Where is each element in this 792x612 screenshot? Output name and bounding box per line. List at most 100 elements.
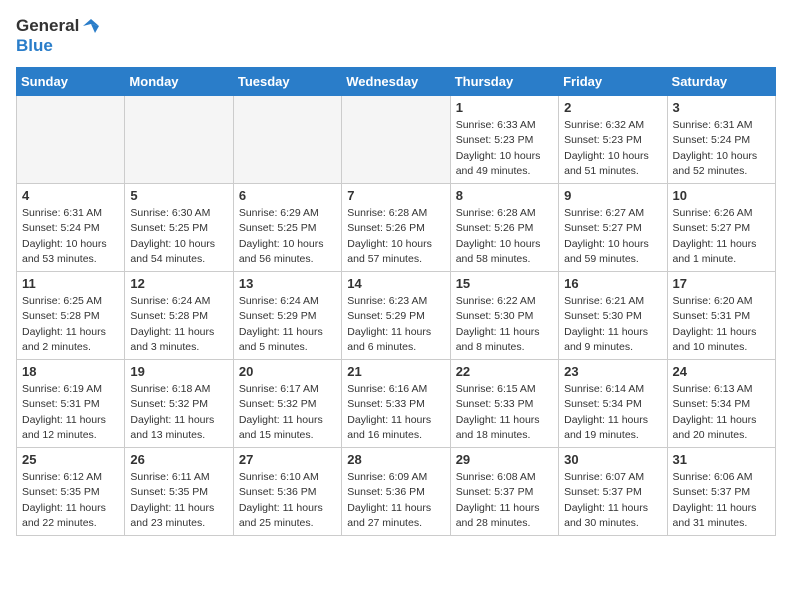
cell-week5-day3: 28 Sunrise: 6:09 AMSunset: 5:36 PMDayligh…: [342, 448, 450, 536]
logo: General Blue: [16, 16, 101, 55]
day-info: Sunrise: 6:23 AMSunset: 5:29 PMDaylight:…: [347, 294, 444, 355]
day-number: 24: [673, 364, 770, 379]
logo-general-text: General: [16, 16, 79, 36]
day-info: Sunrise: 6:22 AMSunset: 5:30 PMDaylight:…: [456, 294, 553, 355]
day-number: 10: [673, 188, 770, 203]
cell-week2-day0: 4 Sunrise: 6:31 AMSunset: 5:24 PMDaylight…: [17, 184, 125, 272]
cell-week3-day5: 16 Sunrise: 6:21 AMSunset: 5:30 PMDayligh…: [559, 272, 667, 360]
cell-week2-day6: 10 Sunrise: 6:26 AMSunset: 5:27 PMDayligh…: [667, 184, 775, 272]
day-number: 16: [564, 276, 661, 291]
cell-week1-day1: [125, 96, 233, 184]
day-number: 28: [347, 452, 444, 467]
day-info: Sunrise: 6:25 AMSunset: 5:28 PMDaylight:…: [22, 294, 119, 355]
day-number: 23: [564, 364, 661, 379]
day-info: Sunrise: 6:20 AMSunset: 5:31 PMDaylight:…: [673, 294, 770, 355]
cell-week4-day0: 18 Sunrise: 6:19 AMSunset: 5:31 PMDayligh…: [17, 360, 125, 448]
day-info: Sunrise: 6:31 AMSunset: 5:24 PMDaylight:…: [22, 206, 119, 267]
day-number: 4: [22, 188, 119, 203]
cell-week3-day4: 15 Sunrise: 6:22 AMSunset: 5:30 PMDayligh…: [450, 272, 558, 360]
day-number: 9: [564, 188, 661, 203]
day-number: 18: [22, 364, 119, 379]
cell-week4-day2: 20Sunrise: 6:17 AMSunset: 5:32 PMDayligh…: [233, 360, 341, 448]
day-info: Sunrise: 6:18 AMSunset: 5:32 PMDaylight:…: [130, 382, 227, 443]
cell-week2-day3: 7Sunrise: 6:28 AMSunset: 5:26 PMDaylight…: [342, 184, 450, 272]
cell-week4-day6: 24 Sunrise: 6:13 AMSunset: 5:34 PMDayligh…: [667, 360, 775, 448]
day-number: 26: [130, 452, 227, 467]
day-number: 6: [239, 188, 336, 203]
header-tuesday: Tuesday: [233, 68, 341, 96]
day-number: 31: [673, 452, 770, 467]
day-info: Sunrise: 6:33 AMSunset: 5:23 PMDaylight:…: [456, 118, 553, 179]
cell-week4-day5: 23 Sunrise: 6:14 AMSunset: 5:34 PMDayligh…: [559, 360, 667, 448]
logo-arrow-icon: [81, 18, 101, 34]
day-info: Sunrise: 6:31 AMSunset: 5:24 PMDaylight:…: [673, 118, 770, 179]
day-number: 8: [456, 188, 553, 203]
day-info: Sunrise: 6:17 AMSunset: 5:32 PMDaylight:…: [239, 382, 336, 443]
cell-week5-day6: 31 Sunrise: 6:06 AMSunset: 5:37 PMDayligh…: [667, 448, 775, 536]
day-info: Sunrise: 6:10 AMSunset: 5:36 PMDaylight:…: [239, 470, 336, 531]
day-number: 22: [456, 364, 553, 379]
day-number: 7: [347, 188, 444, 203]
day-info: Sunrise: 6:24 AMSunset: 5:28 PMDaylight:…: [130, 294, 227, 355]
day-info: Sunrise: 6:07 AMSunset: 5:37 PMDaylight:…: [564, 470, 661, 531]
header-friday: Friday: [559, 68, 667, 96]
cell-week3-day1: 12 Sunrise: 6:24 AMSunset: 5:28 PMDayligh…: [125, 272, 233, 360]
cell-week1-day5: 2 Sunrise: 6:32 AMSunset: 5:23 PMDaylight…: [559, 96, 667, 184]
day-info: Sunrise: 6:12 AMSunset: 5:35 PMDaylight:…: [22, 470, 119, 531]
day-number: 30: [564, 452, 661, 467]
day-info: Sunrise: 6:30 AMSunset: 5:25 PMDaylight:…: [130, 206, 227, 267]
header-thursday: Thursday: [450, 68, 558, 96]
cell-week5-day2: 27 Sunrise: 6:10 AMSunset: 5:36 PMDayligh…: [233, 448, 341, 536]
day-number: 27: [239, 452, 336, 467]
day-number: 3: [673, 100, 770, 115]
day-number: 14: [347, 276, 444, 291]
day-number: 17: [673, 276, 770, 291]
cell-week2-day4: 8 Sunrise: 6:28 AMSunset: 5:26 PMDaylight…: [450, 184, 558, 272]
cell-week2-day1: 5 Sunrise: 6:30 AMSunset: 5:25 PMDaylight…: [125, 184, 233, 272]
day-info: Sunrise: 6:19 AMSunset: 5:31 PMDaylight:…: [22, 382, 119, 443]
cell-week5-day1: 26 Sunrise: 6:11 AMSunset: 5:35 PMDayligh…: [125, 448, 233, 536]
cell-week1-day3: [342, 96, 450, 184]
header-sunday: Sunday: [17, 68, 125, 96]
day-number: 12: [130, 276, 227, 291]
day-number: 29: [456, 452, 553, 467]
day-info: Sunrise: 6:08 AMSunset: 5:37 PMDaylight:…: [456, 470, 553, 531]
day-number: 21: [347, 364, 444, 379]
header-monday: Monday: [125, 68, 233, 96]
logo-container: General Blue: [16, 16, 101, 55]
cell-week3-day3: 14 Sunrise: 6:23 AMSunset: 5:29 PMDayligh…: [342, 272, 450, 360]
day-number: 15: [456, 276, 553, 291]
day-info: Sunrise: 6:11 AMSunset: 5:35 PMDaylight:…: [130, 470, 227, 531]
day-number: 25: [22, 452, 119, 467]
cell-week3-day6: 17 Sunrise: 6:20 AMSunset: 5:31 PMDayligh…: [667, 272, 775, 360]
day-info: Sunrise: 6:21 AMSunset: 5:30 PMDaylight:…: [564, 294, 661, 355]
cell-week3-day0: 11 Sunrise: 6:25 AMSunset: 5:28 PMDayligh…: [17, 272, 125, 360]
day-number: 5: [130, 188, 227, 203]
day-number: 13: [239, 276, 336, 291]
cell-week5-day4: 29 Sunrise: 6:08 AMSunset: 5:37 PMDayligh…: [450, 448, 558, 536]
cell-week1-day2: [233, 96, 341, 184]
logo-blue-text: Blue: [16, 36, 101, 56]
day-info: Sunrise: 6:32 AMSunset: 5:23 PMDaylight:…: [564, 118, 661, 179]
day-info: Sunrise: 6:13 AMSunset: 5:34 PMDaylight:…: [673, 382, 770, 443]
day-info: Sunrise: 6:06 AMSunset: 5:37 PMDaylight:…: [673, 470, 770, 531]
day-info: Sunrise: 6:26 AMSunset: 5:27 PMDaylight:…: [673, 206, 770, 267]
calendar-table: SundayMondayTuesdayWednesdayThursdayFrid…: [16, 67, 776, 536]
day-info: Sunrise: 6:09 AMSunset: 5:36 PMDaylight:…: [347, 470, 444, 531]
cell-week1-day0: [17, 96, 125, 184]
day-info: Sunrise: 6:14 AMSunset: 5:34 PMDaylight:…: [564, 382, 661, 443]
day-info: Sunrise: 6:27 AMSunset: 5:27 PMDaylight:…: [564, 206, 661, 267]
cell-week4-day4: 22Sunrise: 6:15 AMSunset: 5:33 PMDayligh…: [450, 360, 558, 448]
cell-week3-day2: 13 Sunrise: 6:24 AMSunset: 5:29 PMDayligh…: [233, 272, 341, 360]
day-number: 11: [22, 276, 119, 291]
day-number: 1: [456, 100, 553, 115]
cell-week1-day4: 1 Sunrise: 6:33 AMSunset: 5:23 PMDaylight…: [450, 96, 558, 184]
header-saturday: Saturday: [667, 68, 775, 96]
day-info: Sunrise: 6:29 AMSunset: 5:25 PMDaylight:…: [239, 206, 336, 267]
cell-week4-day1: 19 Sunrise: 6:18 AMSunset: 5:32 PMDayligh…: [125, 360, 233, 448]
cell-week2-day5: 9 Sunrise: 6:27 AMSunset: 5:27 PMDaylight…: [559, 184, 667, 272]
day-info: Sunrise: 6:24 AMSunset: 5:29 PMDaylight:…: [239, 294, 336, 355]
day-number: 2: [564, 100, 661, 115]
day-number: 19: [130, 364, 227, 379]
day-info: Sunrise: 6:28 AMSunset: 5:26 PMDaylight:…: [456, 206, 553, 267]
